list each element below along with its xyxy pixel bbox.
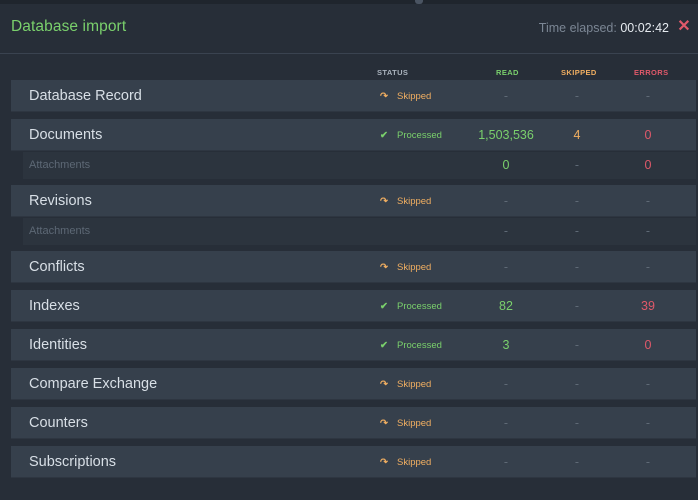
page-title: Database import: [11, 18, 127, 35]
errors-count: -: [645, 260, 651, 274]
table-row: Documents ✔ Processed 1,503,536 4 0: [11, 119, 696, 151]
redo-arrow-icon: ↷: [380, 262, 388, 273]
skipped-count: -: [574, 416, 580, 430]
skipped-count: -: [574, 455, 580, 469]
table-row: Conflicts ↷ Skipped - - -: [11, 251, 696, 283]
check-icon: ✔: [380, 301, 388, 312]
skipped-count: -: [574, 377, 580, 391]
sub-row: Attachments 0 - 0: [23, 152, 696, 179]
row-name: Compare Exchange: [29, 376, 158, 392]
column-header-read: READ: [496, 68, 519, 77]
status-label: Processed: [397, 301, 442, 312]
status-label: Processed: [397, 130, 442, 141]
status-label: Skipped: [397, 91, 432, 102]
skipped-count: -: [574, 338, 580, 352]
read-count: -: [503, 224, 509, 238]
errors-count: -: [645, 224, 651, 238]
status-indicator: ↷ Skipped: [377, 457, 431, 469]
row-name: Database Record: [29, 88, 142, 104]
row-name: Documents: [29, 127, 103, 143]
row-name: Conflicts: [29, 259, 85, 275]
table-row: Database Record ↷ Skipped - - -: [11, 80, 696, 112]
read-count: 1,503,536: [478, 128, 534, 142]
row-name: Counters: [29, 415, 88, 431]
errors-count: -: [645, 194, 651, 208]
column-header-status: STATUS: [377, 68, 409, 77]
column-header-errors: ERRORS: [634, 68, 669, 77]
status-indicator: ✔ Processed: [377, 301, 442, 313]
table-row: Counters ↷ Skipped - - -: [11, 407, 696, 439]
table-row: Subscriptions ↷ Skipped - - -: [11, 446, 696, 478]
time-elapsed: Time elapsed: 00:02:42: [539, 21, 669, 35]
redo-arrow-icon: ↷: [380, 418, 388, 429]
read-count: 82: [499, 299, 513, 313]
row-name: Indexes: [29, 298, 80, 314]
table-row: Compare Exchange ↷ Skipped - - -: [11, 368, 696, 400]
redo-arrow-icon: ↷: [380, 91, 388, 102]
status-indicator: ↷ Skipped: [377, 418, 431, 430]
skipped-count: -: [574, 158, 580, 172]
read-count: -: [503, 260, 509, 274]
read-count: 3: [502, 338, 510, 352]
row-name: Revisions: [29, 193, 92, 209]
skipped-count: -: [574, 89, 580, 103]
errors-count: 0: [644, 158, 652, 172]
status-indicator: ↷ Skipped: [377, 196, 431, 208]
dialog-header: Database import Time elapsed: 00:02:42 ✕: [0, 0, 698, 54]
close-icon[interactable]: ✕: [677, 19, 691, 35]
errors-count: 0: [644, 128, 652, 142]
table-row: Identities ✔ Processed 3 - 0: [11, 329, 696, 361]
read-count: -: [503, 416, 509, 430]
errors-count: -: [645, 377, 651, 391]
status-label: Skipped: [397, 262, 432, 273]
read-count: -: [503, 194, 509, 208]
skipped-count: -: [574, 260, 580, 274]
row-name: Identities: [29, 337, 88, 353]
status-indicator: ↷ Skipped: [377, 91, 431, 103]
table-row: Indexes ✔ Processed 82 - 39: [11, 290, 696, 322]
errors-count: 0: [644, 338, 652, 352]
status-label: Skipped: [397, 418, 432, 429]
read-count: -: [503, 455, 509, 469]
time-elapsed-value: 00:02:42: [620, 21, 669, 35]
redo-arrow-icon: ↷: [380, 379, 388, 390]
skipped-count: -: [574, 194, 580, 208]
table-row: Revisions ↷ Skipped - - -: [11, 185, 696, 217]
check-icon: ✔: [380, 340, 388, 351]
status-indicator: ✔ Processed: [377, 130, 442, 142]
sub-row-name: Attachments: [29, 159, 91, 171]
skipped-count: -: [574, 299, 580, 313]
status-indicator: ✔ Processed: [377, 340, 442, 352]
errors-count: -: [645, 416, 651, 430]
status-indicator: ↷ Skipped: [377, 379, 431, 391]
errors-count: -: [645, 89, 651, 103]
status-indicator: ↷ Skipped: [377, 262, 431, 274]
status-label: Skipped: [397, 196, 432, 207]
status-label: Skipped: [397, 457, 432, 468]
time-elapsed-label: Time elapsed:: [538, 21, 617, 35]
read-count: 0: [502, 158, 510, 172]
sub-row-name: Attachments: [29, 225, 91, 237]
skipped-count: -: [574, 224, 580, 238]
sub-row: Attachments - - -: [23, 218, 696, 245]
redo-arrow-icon: ↷: [380, 457, 388, 468]
read-count: -: [503, 89, 509, 103]
errors-count: 39: [641, 299, 655, 313]
errors-count: -: [645, 455, 651, 469]
check-icon: ✔: [380, 130, 388, 141]
skipped-count: 4: [573, 128, 581, 142]
column-header-skipped: SKIPPED: [561, 68, 597, 77]
row-name: Subscriptions: [29, 454, 117, 470]
redo-arrow-icon: ↷: [380, 196, 388, 207]
read-count: -: [503, 377, 509, 391]
status-label: Skipped: [397, 379, 432, 390]
status-label: Processed: [397, 340, 442, 351]
